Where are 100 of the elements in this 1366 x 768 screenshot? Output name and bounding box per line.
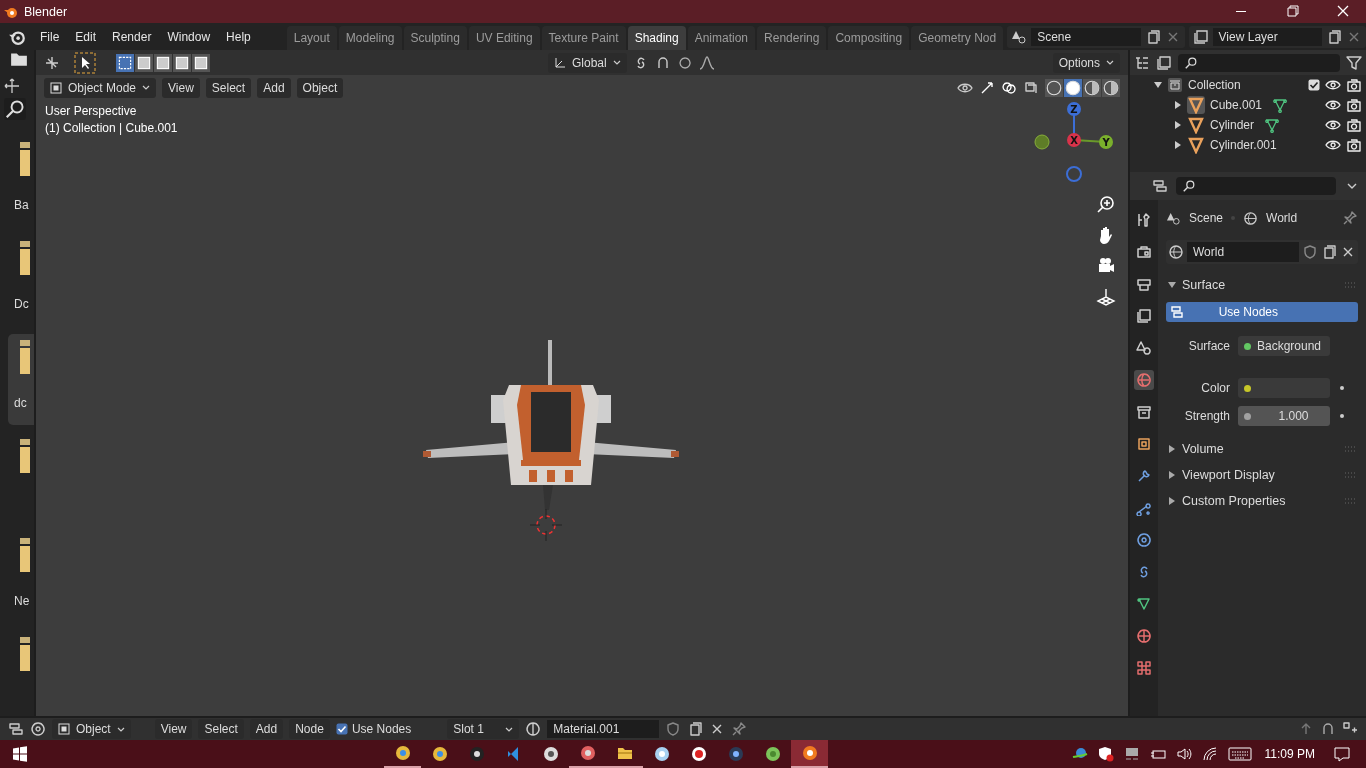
selection-mode-icon[interactable] (192, 53, 210, 72)
drag-handle-icon[interactable] (1344, 445, 1356, 453)
viewport-menu[interactable]: Add (257, 77, 291, 98)
gizmo-toggle-icon[interactable] (979, 79, 995, 96)
object-icon[interactable] (1187, 136, 1205, 154)
mode-dropdown[interactable]: Object Mode (44, 77, 157, 98)
menu-item[interactable]: Help (218, 26, 259, 47)
selection-mode-icon[interactable] (173, 53, 191, 72)
tree-label[interactable]: Cylinder (1210, 118, 1254, 132)
use-nodes-checkbox[interactable]: Use Nodes (335, 722, 412, 736)
workspace-tab[interactable]: Sculpting (403, 26, 467, 50)
viewport-menu[interactable]: Object (296, 77, 344, 98)
workspace-tab[interactable]: Modeling (338, 26, 402, 50)
texture-tab-icon[interactable] (1134, 658, 1154, 678)
keyboard-icon[interactable] (1227, 746, 1252, 762)
shader-selector[interactable]: Background (1238, 336, 1330, 356)
drag-handle-icon[interactable] (1344, 497, 1356, 505)
panel-header[interactable]: Custom Properties (1166, 490, 1358, 512)
expand-arrow-icon[interactable] (1174, 141, 1182, 149)
material-field[interactable]: Material.001 (547, 720, 660, 738)
shading-mode-icon[interactable] (1102, 78, 1120, 97)
menu-item[interactable]: Window (159, 26, 219, 47)
shading-mode-icon[interactable] (1083, 78, 1101, 97)
shield-icon[interactable] (1302, 244, 1318, 260)
copy-icon[interactable] (687, 721, 704, 737)
taskbar-app[interactable] (791, 740, 828, 768)
panel-header[interactable]: Viewport Display (1166, 464, 1358, 486)
workspace-tab[interactable]: Shading (627, 26, 686, 50)
notification-icon[interactable] (1334, 746, 1350, 762)
expand-arrow-icon[interactable] (1174, 121, 1182, 129)
shading-mode-icon[interactable] (1064, 78, 1082, 97)
start-icon[interactable] (12, 746, 28, 762)
asset-item[interactable]: dc (8, 334, 34, 425)
pin-icon[interactable] (731, 721, 748, 737)
panel-header[interactable]: Volume (1166, 438, 1358, 460)
pin-icon[interactable] (1342, 210, 1358, 226)
move-tool-icon[interactable] (4, 78, 20, 94)
world-selector[interactable]: World (1166, 240, 1358, 264)
snap-icon[interactable] (1320, 721, 1336, 737)
select-tool-icon[interactable] (74, 51, 96, 74)
workspace-tab[interactable]: UV Editing (468, 26, 540, 50)
selection-mode-icon[interactable] (116, 53, 134, 72)
workspace-tab[interactable]: Geometry Nod (911, 26, 1004, 50)
copy-icon[interactable] (1321, 244, 1337, 260)
selection-mode-icon[interactable] (135, 53, 153, 72)
search-field[interactable] (1176, 177, 1336, 195)
wifi-icon[interactable] (1201, 746, 1218, 762)
view-layer-selector[interactable]: View Layer (1188, 25, 1366, 48)
proportional-icon[interactable] (676, 54, 693, 71)
search-icon[interactable] (4, 98, 26, 120)
scene-tab-icon[interactable] (1134, 338, 1154, 358)
physics-tab-icon[interactable] (1134, 530, 1154, 550)
keyframe-dot-icon[interactable] (1340, 386, 1344, 390)
material-icon[interactable] (525, 721, 542, 737)
slot-dropdown[interactable]: Slot 1 (447, 719, 520, 739)
viewport-menu[interactable]: Select (205, 77, 252, 98)
node-menu[interactable]: View (154, 719, 193, 739)
workspace-tab[interactable]: Rendering (757, 26, 827, 50)
panel-header[interactable]: Surface (1166, 274, 1358, 296)
view-layer-tab-icon[interactable] (1134, 306, 1154, 326)
material-tab-icon[interactable] (1134, 626, 1154, 646)
camera-icon[interactable] (1346, 117, 1362, 133)
node-menu[interactable]: Add (249, 719, 284, 739)
tree-label[interactable]: Cube.001 (1210, 98, 1263, 112)
falloff-icon[interactable] (698, 54, 715, 71)
drag-handle-icon[interactable] (1344, 471, 1356, 479)
tree-label[interactable]: Collection (1188, 78, 1241, 92)
options-dropdown[interactable]: Options (1052, 52, 1120, 73)
expand-arrow-icon[interactable] (1154, 81, 1162, 89)
mesh-data-icon[interactable] (1272, 97, 1289, 113)
shield-icon[interactable] (665, 721, 682, 737)
world-tab-icon[interactable] (1134, 370, 1154, 390)
editor-type-icon[interactable] (44, 54, 60, 71)
strength-field[interactable]: 1.000 (1238, 406, 1330, 426)
workspace-tab[interactable]: Compositing (828, 26, 910, 50)
object-icon[interactable] (1187, 116, 1205, 134)
tree-label[interactable]: Cylinder.001 (1210, 138, 1277, 152)
menu-item[interactable]: File (32, 26, 68, 47)
selection-mode-icon[interactable] (154, 53, 172, 72)
scene-selector[interactable]: Scene (1007, 25, 1185, 48)
copy-icon[interactable] (1326, 28, 1342, 45)
shader-type-icon[interactable] (30, 721, 46, 737)
viewport-menu[interactable]: View (162, 77, 200, 98)
display-mode-icon[interactable] (1134, 54, 1150, 71)
volume-icon[interactable] (1175, 746, 1192, 762)
use-nodes-button[interactable]: Use Nodes (1166, 302, 1358, 322)
filter-layers-icon[interactable] (1156, 54, 1172, 71)
asset-item[interactable]: Ba (8, 136, 34, 227)
shield-warning-icon[interactable] (1097, 746, 1114, 762)
object-icon[interactable] (1187, 96, 1205, 114)
node-menu[interactable]: Select (198, 719, 244, 739)
shading-mode-icon[interactable] (1045, 78, 1063, 97)
overlay-icon[interactable] (1001, 79, 1017, 96)
monitor-icon[interactable] (1123, 746, 1140, 762)
navigation-gizmo[interactable]: Z X Y (1034, 102, 1113, 182)
asset-item[interactable]: Dc (8, 235, 34, 326)
mesh-data-icon[interactable] (1264, 117, 1280, 133)
menu-item[interactable]: Render (104, 26, 160, 47)
expand-arrow-icon[interactable] (1174, 101, 1182, 109)
asset-item[interactable]: Ne (8, 532, 34, 623)
